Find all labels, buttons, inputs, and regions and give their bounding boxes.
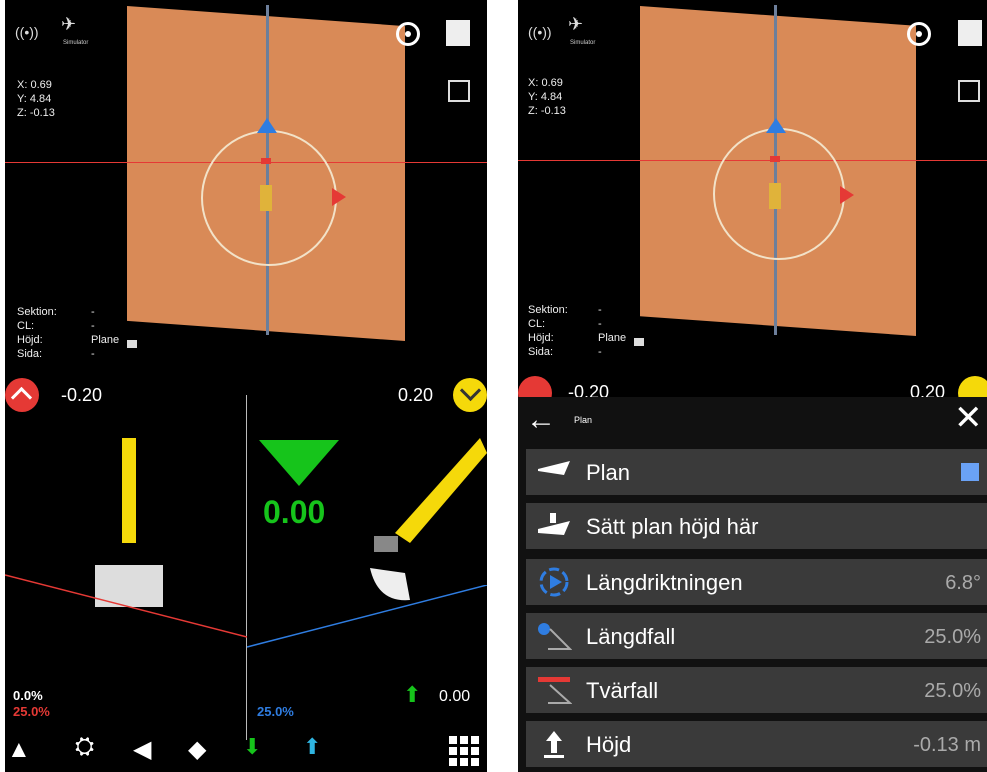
excavator-arm-icon (370, 438, 487, 601)
plane-icon (538, 461, 570, 475)
target-icon[interactable] (396, 22, 420, 46)
menu-title: Plan (574, 415, 593, 425)
left-screen: ((•)) ✈ Simulator X: 0.69 Y: 4.84 Z: -0.… (5, 0, 487, 772)
sektion-value: - (598, 304, 602, 316)
offset-down-button[interactable] (453, 378, 487, 412)
right-grade-line (247, 585, 487, 648)
height-arrow-icon: ⬆ (403, 682, 422, 707)
lower-icon[interactable]: ⬇ (243, 734, 261, 760)
compass-east-marker (332, 188, 346, 206)
cl-label: CL: (17, 320, 35, 332)
coord-x: X: 0.69 (17, 79, 52, 91)
square-view-icon[interactable] (958, 80, 980, 102)
coord-z: Z: -0.13 (528, 105, 566, 117)
cube-view-icon[interactable] (446, 20, 470, 46)
menu-item-tvarfall[interactable]: Tvärfall 25.0% (526, 667, 987, 713)
grid-menu-icon[interactable] (449, 736, 479, 766)
coord-y: Y: 4.84 (17, 93, 52, 105)
sektion-label: Sektion: (528, 304, 568, 316)
offset-left-value: -0.20 (61, 385, 103, 405)
coord-x: X: 0.69 (528, 77, 563, 89)
menu-item-langdriktningen[interactable]: Längdriktningen 6.8° (526, 559, 987, 605)
coord-y: Y: 4.84 (528, 91, 563, 103)
sektion-value: - (91, 306, 95, 318)
signal-icon[interactable]: ((•)) (15, 24, 39, 40)
hojd-label: Höjd: (17, 334, 43, 346)
menu-item-plan[interactable]: Plan (526, 449, 987, 495)
stick-side-view (122, 438, 136, 543)
coord-z: Z: -0.13 (17, 107, 55, 119)
cut-value: 0.00 (263, 494, 326, 530)
machine-icon (260, 185, 272, 211)
height-value: 0.00 (439, 688, 471, 705)
menu-item-value: 25.0% (924, 626, 981, 648)
cube-view-icon[interactable] (958, 20, 982, 46)
satellite-icon[interactable]: ✈ (568, 14, 583, 35)
lock-icon (127, 340, 137, 348)
compass-east-marker (840, 186, 854, 204)
machine-icon (769, 183, 781, 209)
menu-item-set-plane-height[interactable]: Sätt plan höjd här (526, 503, 987, 549)
menu-item-value: -0.13 m (913, 734, 981, 756)
menu-item-value: 25.0% (924, 680, 981, 702)
slope-cross-icon (538, 677, 572, 704)
square-view-icon[interactable] (448, 80, 470, 102)
sida-label: Sida: (528, 346, 554, 358)
hojd-label: Höjd: (528, 332, 554, 344)
menu-item-label: Tvärfall (586, 678, 659, 703)
menu-item-langdfall[interactable]: Längdfall 25.0% (526, 613, 987, 659)
target-icon[interactable] (907, 22, 931, 46)
sida-value: - (91, 348, 95, 360)
menu-item-value: 6.8° (945, 572, 981, 594)
plan-menu-panel: ← Plan ✕ Plan Sätt plan höjd här Längdri… (518, 397, 987, 772)
simulator-label: Simulator (63, 40, 89, 46)
raise-icon[interactable]: ⬆ (303, 734, 321, 760)
simulator-label: Simulator (570, 40, 596, 46)
plane-tool-icon[interactable]: ◀ (133, 735, 151, 764)
direction-icon (539, 567, 569, 597)
hojd-value: Plane (91, 334, 120, 346)
set-plane-icon[interactable]: ◆ (188, 735, 206, 764)
bucket-marker (261, 158, 271, 164)
offset-up-button[interactable] (5, 378, 39, 412)
set-plane-height-icon (538, 513, 570, 535)
close-icon[interactable]: ✕ (954, 401, 983, 435)
hojd-value: Plane (598, 332, 627, 344)
lock-icon (634, 338, 644, 346)
cl-value: - (598, 318, 602, 330)
height-icon (544, 731, 564, 758)
bucket-marker (770, 156, 780, 162)
grade-left-bottom: 25.0% (13, 704, 50, 719)
sida-value: - (598, 346, 602, 358)
satellite-icon[interactable]: ✈ (61, 14, 76, 35)
signal-icon[interactable]: ((•)) (528, 24, 552, 40)
menu-item-label: Plan (586, 460, 631, 485)
panel-divider (246, 395, 247, 740)
compass-north-marker (766, 118, 786, 133)
grade-left-top: 0.0% (13, 688, 43, 703)
menu-item-label: Sätt plan höjd här (586, 514, 759, 539)
back-arrow-icon[interactable]: ← (526, 405, 556, 435)
offset-right-value: 0.20 (398, 385, 434, 405)
menu-item-label: Längdriktningen (586, 570, 743, 595)
cut-indicator-icon (259, 440, 339, 486)
grade-right: 25.0% (257, 704, 294, 719)
sida-label: Sida: (17, 348, 43, 360)
left-grade-line (5, 574, 247, 638)
slope-long-icon (538, 623, 572, 650)
menu-item-label: Höjd (586, 732, 632, 757)
compass-north-marker (257, 118, 277, 133)
menu-item-label: Längdfall (586, 624, 676, 649)
right-screen: ((•)) ✈ Simulator X: 0.69 Y: 4.84 Z: -0.… (518, 0, 987, 772)
menu-item-hojd[interactable]: Höjd -0.13 m (526, 721, 987, 767)
cl-value: - (91, 320, 95, 332)
blue-square-icon (961, 463, 979, 481)
machine-settings-icon[interactable]: ⛭ (75, 733, 94, 761)
terrain-icon[interactable]: ▲ (7, 736, 31, 764)
cl-label: CL: (528, 318, 546, 330)
sektion-label: Sektion: (17, 306, 57, 318)
